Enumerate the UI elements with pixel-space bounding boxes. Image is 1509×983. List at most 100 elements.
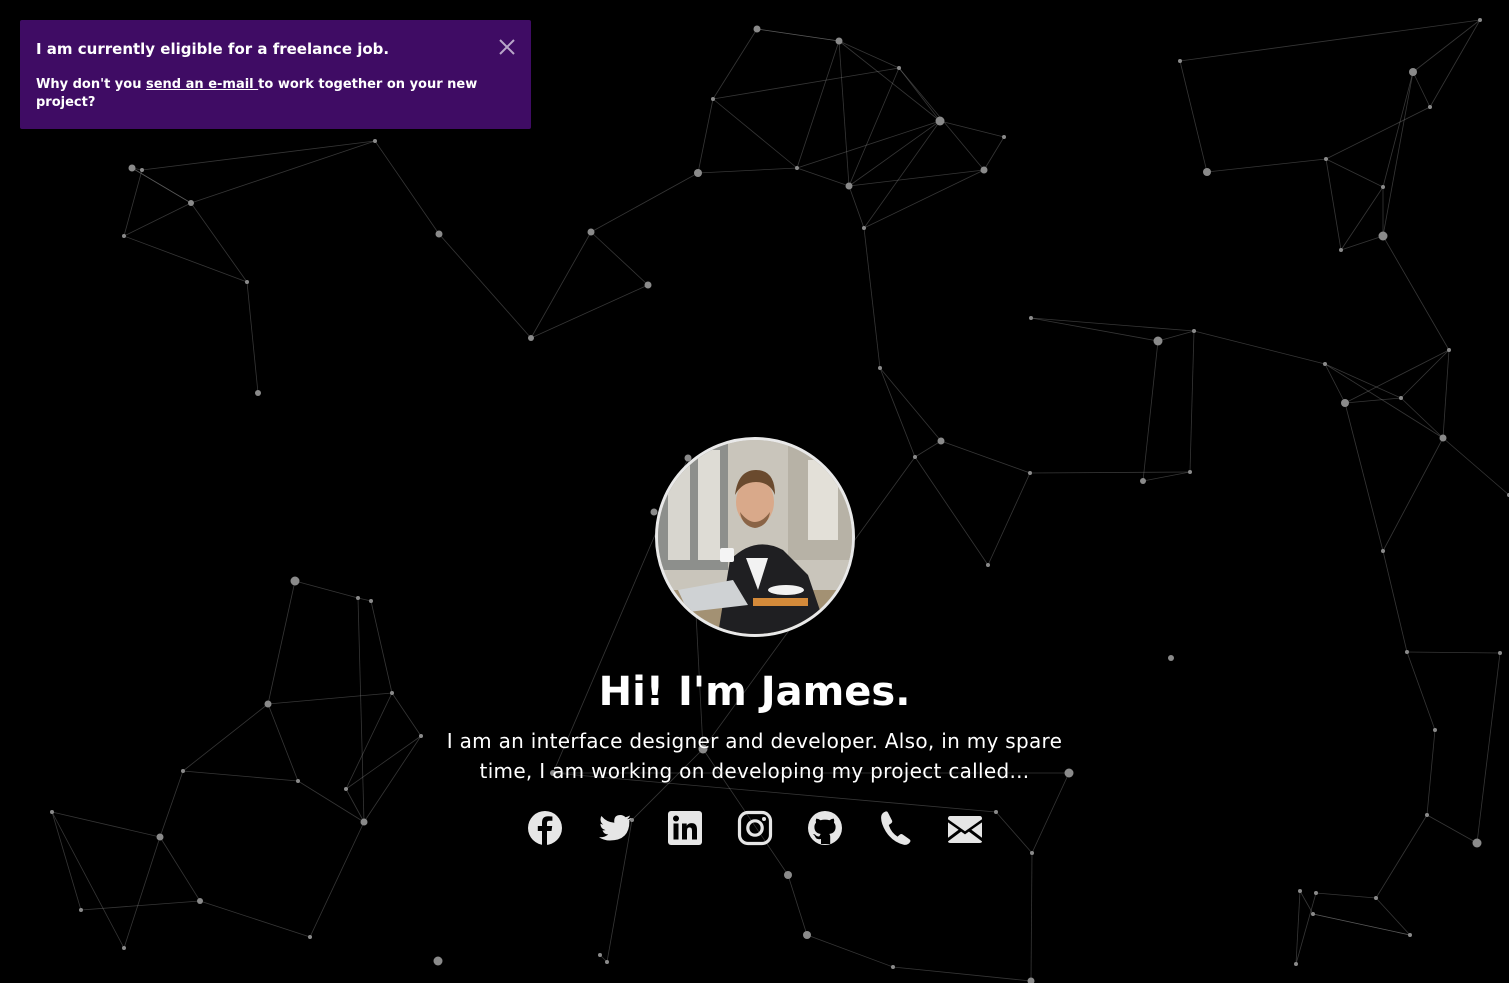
network-link (1193, 330, 1326, 365)
network-link (1340, 186, 1384, 251)
network-node (694, 169, 702, 177)
network-link (123, 169, 143, 237)
network-node (188, 200, 194, 206)
network-node (1298, 889, 1302, 893)
network-link (796, 40, 840, 169)
network-node (1341, 399, 1349, 407)
network-node (140, 168, 144, 172)
network-link (1429, 19, 1481, 108)
network-link (879, 367, 942, 442)
network-node (122, 946, 126, 950)
network-node (308, 935, 312, 939)
network-link (1325, 158, 1384, 188)
network-node (1002, 135, 1006, 139)
network-node (862, 226, 866, 230)
network-link (1340, 235, 1384, 251)
network-node (373, 139, 377, 143)
network-link (787, 874, 808, 936)
network-link (806, 934, 894, 968)
network-node (128, 164, 136, 172)
github-link[interactable] (807, 810, 843, 846)
network-node (587, 228, 595, 236)
network-link (838, 40, 941, 122)
network-node (795, 166, 799, 170)
network-node (1478, 18, 1482, 22)
freelance-notice: I am currently eligible for a freelance … (20, 20, 531, 129)
network-link (1382, 71, 1414, 188)
network-link (1325, 158, 1342, 251)
instagram-link[interactable] (737, 810, 773, 846)
notice-text: Why don't you send an e-mail to work tog… (36, 76, 515, 112)
network-link (131, 167, 192, 204)
phone-link[interactable] (877, 810, 913, 846)
network-node (1314, 891, 1318, 895)
network-link (1325, 106, 1431, 160)
network-link (1030, 852, 1033, 982)
network-node (1378, 231, 1388, 241)
notice-text-before: Why don't you (36, 77, 146, 92)
network-node (878, 366, 882, 370)
network-link (1400, 397, 1444, 439)
network-link (1344, 349, 1450, 404)
network-link (141, 140, 376, 171)
instagram-icon (737, 810, 772, 846)
network-link (848, 169, 985, 187)
network-node (528, 335, 534, 341)
network-link (1030, 317, 1195, 332)
network-node (433, 956, 443, 966)
linkedin-link[interactable] (667, 810, 703, 846)
network-link (530, 231, 592, 339)
social-links (0, 810, 1509, 846)
network-link (863, 120, 941, 229)
network-node (1339, 248, 1343, 252)
network-link (590, 172, 699, 233)
network-link (796, 167, 850, 187)
send-email-link[interactable]: send an e-mail (146, 77, 258, 92)
network-node (1030, 851, 1034, 855)
notice-title: I am currently eligible for a freelance … (36, 40, 390, 58)
network-node (1324, 157, 1328, 161)
network-node (835, 37, 843, 45)
network-node (255, 390, 261, 396)
github-icon (807, 811, 842, 845)
network-link (590, 231, 649, 286)
network-link (1312, 913, 1411, 936)
network-link (1324, 363, 1402, 399)
network-node (1027, 977, 1035, 983)
hero-title: Hi! I'm James. (598, 669, 911, 715)
network-link (697, 98, 714, 174)
network-node (1428, 105, 1432, 109)
network-link (1179, 60, 1208, 173)
twitter-link[interactable] (597, 810, 633, 846)
network-link (374, 140, 440, 235)
email-link[interactable] (947, 810, 983, 846)
network-link (1157, 330, 1195, 342)
network-link (1030, 317, 1159, 342)
network-link (123, 836, 161, 949)
network-link (1375, 897, 1411, 936)
network-link (863, 227, 881, 369)
network-node (1294, 962, 1298, 966)
network-node (784, 871, 792, 879)
facebook-link[interactable] (527, 810, 563, 846)
linkedin-icon (667, 811, 702, 845)
network-link (1412, 71, 1431, 108)
network-link (199, 900, 311, 938)
network-node (711, 97, 715, 101)
network-node (598, 953, 602, 957)
network-node (1153, 336, 1163, 346)
network-node (79, 908, 83, 912)
network-node (1203, 168, 1211, 176)
close-icon[interactable] (497, 37, 517, 57)
network-link (123, 235, 248, 283)
network-node (245, 280, 249, 284)
network-link (863, 169, 985, 229)
network-link (848, 185, 865, 229)
network-node (897, 66, 901, 70)
mail-icon (947, 816, 982, 843)
network-node (197, 898, 203, 904)
network-node (1178, 59, 1182, 63)
network-link (438, 233, 532, 339)
network-link (123, 202, 192, 237)
network-link (190, 140, 376, 204)
